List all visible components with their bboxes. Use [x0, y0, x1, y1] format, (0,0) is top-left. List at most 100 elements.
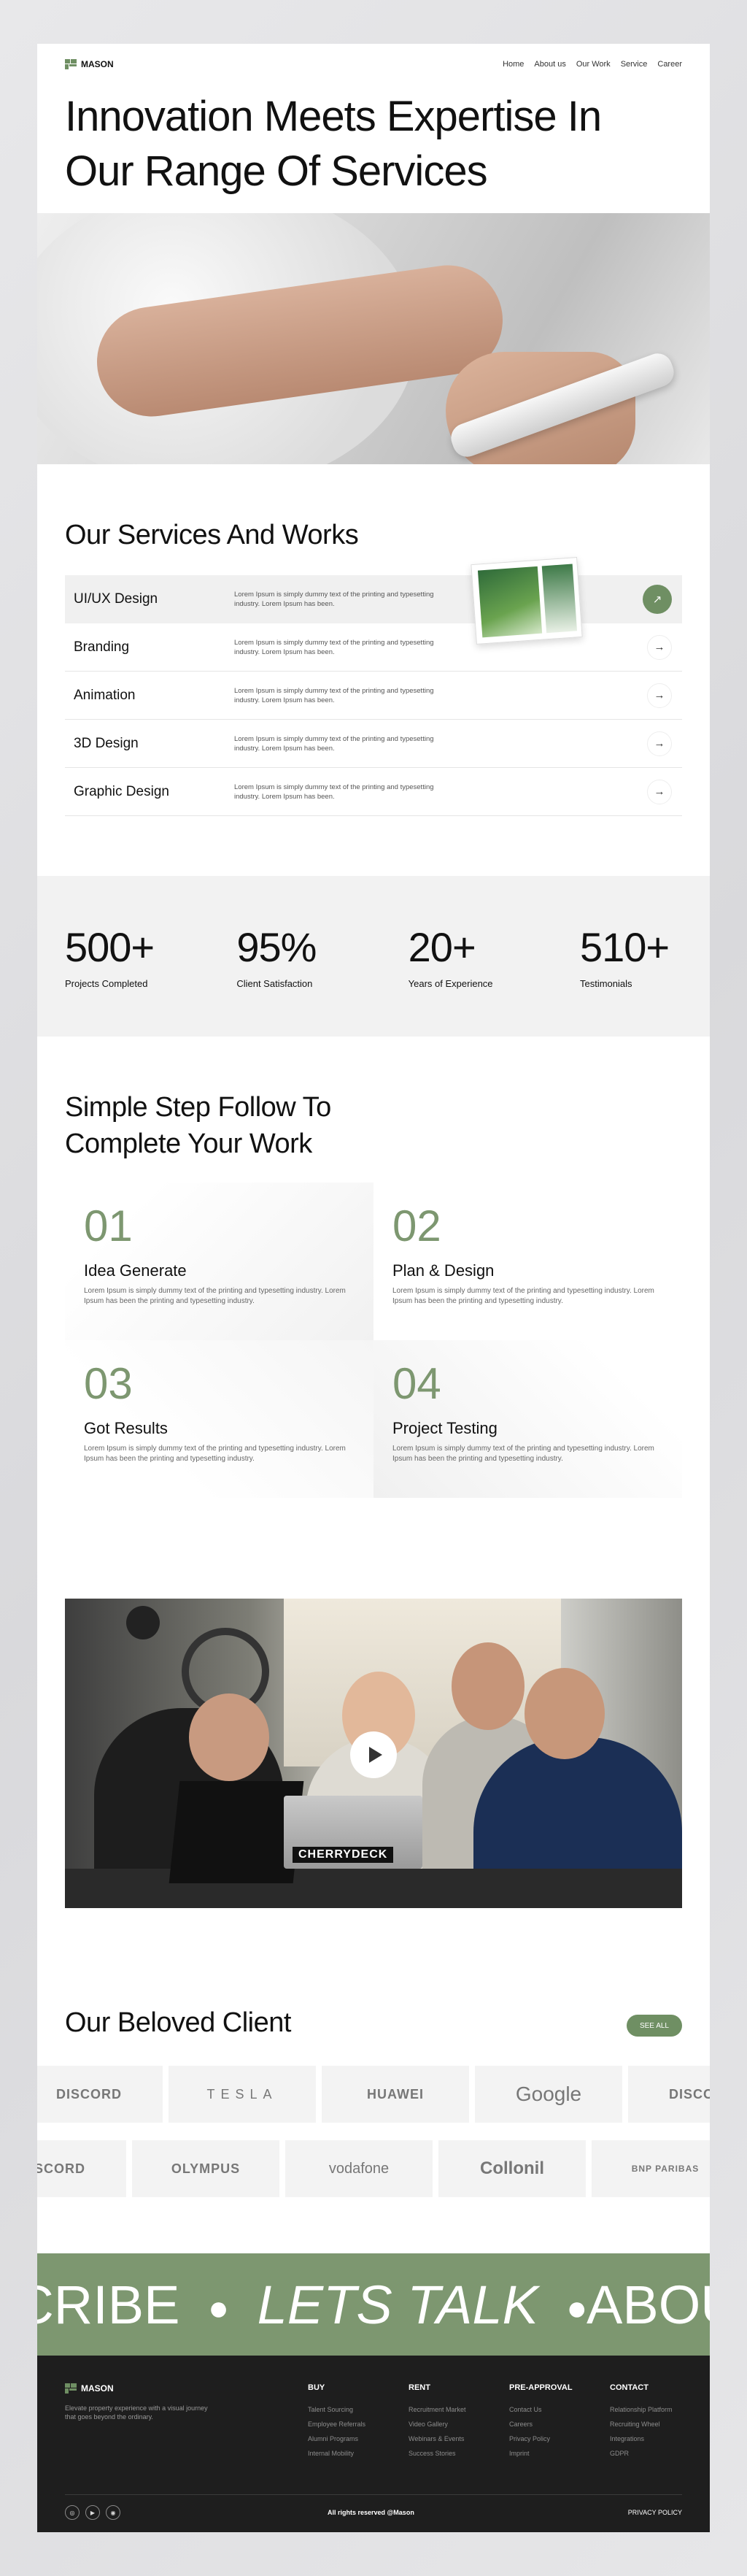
client-logo-discord[interactable]: DISCORD: [37, 2066, 163, 2123]
bullet-icon: ●: [208, 2289, 230, 2329]
client-logo-discord[interactable]: DISCORD: [628, 2066, 710, 2123]
marquee-cta[interactable]: LETS TALK: [258, 2275, 538, 2335]
social-links: ◎ ▶ ◉: [65, 2505, 120, 2520]
footer-col-title: CONTACT: [610, 2383, 649, 2392]
footer-link[interactable]: Internal Mobility: [308, 2446, 365, 2461]
footer-link[interactable]: Relationship Platform: [610, 2402, 673, 2417]
service-name: 3D Design: [74, 735, 139, 751]
arrow-up-right-icon[interactable]: ↗: [643, 585, 672, 614]
brand-logo[interactable]: MASON: [65, 59, 114, 69]
marquee-part: SCRIBE: [37, 2274, 180, 2335]
play-icon[interactable]: [350, 1731, 397, 1778]
step-card: 04 Project Testing Lorem Ipsum is simply…: [374, 1340, 682, 1498]
footer-link[interactable]: Video Gallery: [409, 2417, 466, 2431]
footer-logo[interactable]: MASON: [65, 2383, 211, 2394]
stat-label: Years of Experience: [408, 978, 493, 989]
footer-tagline: Elevate property experience with a visua…: [65, 2404, 208, 2421]
stat-value: 500+: [65, 924, 155, 970]
client-logos-row-1: DISCORD TESLA HUAWEI Google DISCORD: [37, 2066, 710, 2123]
service-row-graphic-design[interactable]: Graphic Design Lorem Ipsum is simply dum…: [65, 768, 682, 816]
nav-home[interactable]: Home: [503, 60, 524, 69]
footer-col-title: RENT: [409, 2383, 430, 2392]
service-name: Animation: [74, 687, 136, 703]
service-desc: Lorem Ipsum is simply dummy text of the …: [234, 591, 434, 608]
footer-link[interactable]: Imprint: [509, 2446, 573, 2461]
step-desc: Lorem Ipsum is simply dummy text of the …: [84, 1287, 346, 1305]
stat-experience: 20+ Years of Experience: [409, 923, 580, 989]
nav-service[interactable]: Service: [621, 60, 648, 69]
client-logo-bnp-paribas[interactable]: BNP PARIBAS: [592, 2140, 710, 2197]
footer-link[interactable]: Careers: [509, 2417, 573, 2431]
footer-link[interactable]: Recruiting Wheel: [610, 2417, 673, 2431]
step-number: 01: [84, 1202, 133, 1250]
footer-link[interactable]: Employee Referrals: [308, 2417, 365, 2431]
step-number: 02: [392, 1202, 441, 1250]
footer-divider: [65, 2494, 682, 2495]
client-logo-collonil[interactable]: Collonil: [438, 2140, 586, 2197]
logo-icon: [65, 2383, 77, 2394]
service-row-animation[interactable]: Animation Lorem Ipsum is simply dummy te…: [65, 672, 682, 720]
step-card: 03 Got Results Lorem Ipsum is simply dum…: [65, 1340, 374, 1498]
step-title: Got Results: [84, 1419, 168, 1437]
client-logo-huawei[interactable]: HUAWEI: [322, 2066, 469, 2123]
service-row-3d-design[interactable]: 3D Design Lorem Ipsum is simply dummy te…: [65, 720, 682, 768]
footer-col-title: PRE-APPROVAL: [509, 2383, 573, 2392]
youtube-icon[interactable]: ▶: [85, 2505, 100, 2520]
step-card: 01 Idea Generate Lorem Ipsum is simply d…: [65, 1183, 374, 1340]
service-desc: Lorem Ipsum is simply dummy text of the …: [234, 638, 434, 656]
steps-grid: 01 Idea Generate Lorem Ipsum is simply d…: [65, 1183, 682, 1498]
client-logo-vodafone[interactable]: vodafone: [285, 2140, 433, 2197]
laptop-sticker: CHERRYDECK: [293, 1847, 394, 1863]
privacy-policy-link[interactable]: PRIVACY POLICY: [628, 2509, 682, 2516]
services-list: UI/UX Design Lorem Ipsum is simply dummy…: [65, 557, 682, 816]
stats-band: 500+ Projects Completed 95% Client Satis…: [37, 876, 710, 1037]
step-title: Plan & Design: [392, 1261, 495, 1280]
footer-col-pre-approval: PRE-APPROVAL Contact Us Careers Privacy …: [509, 2383, 573, 2461]
nav-about[interactable]: About us: [534, 60, 565, 69]
service-row-ui-ux[interactable]: UI/UX Design Lorem Ipsum is simply dummy…: [65, 557, 682, 645]
client-logo-discord[interactable]: DISCORD: [37, 2140, 126, 2197]
camera-icon[interactable]: ◉: [106, 2505, 120, 2520]
logo-icon: [65, 59, 77, 69]
step-desc: Lorem Ipsum is simply dummy text of the …: [392, 1287, 654, 1305]
arrow-right-icon[interactable]: →: [647, 634, 672, 660]
nav-our-work[interactable]: Our Work: [576, 60, 611, 69]
see-all-button[interactable]: SEE ALL: [626, 2015, 682, 2037]
arrow-right-icon[interactable]: →: [647, 779, 672, 804]
footer-link[interactable]: Talent Sourcing: [308, 2402, 365, 2417]
footer-link[interactable]: Alumni Programs: [308, 2431, 365, 2446]
footer-link[interactable]: Contact Us: [509, 2402, 573, 2417]
service-row-branding[interactable]: Branding Lorem Ipsum is simply dummy tex…: [65, 623, 682, 672]
nav-career[interactable]: Career: [657, 60, 682, 69]
footer-link[interactable]: GDPR: [610, 2446, 673, 2461]
service-desc: Lorem Ipsum is simply dummy text of the …: [234, 734, 434, 753]
team-video[interactable]: CHERRYDECK: [65, 1599, 682, 1908]
footer-link[interactable]: Success Stories: [409, 2446, 466, 2461]
hero-title: Innovation Meets Expertise In Our Range …: [65, 93, 602, 195]
footer-col-title: BUY: [308, 2383, 325, 2392]
marquee-banner: SCRIBE ● LETS TALK ● ABOU: [37, 2253, 710, 2356]
footer-link[interactable]: Integrations: [610, 2431, 673, 2446]
footer-link[interactable]: Webinars & Events: [409, 2431, 466, 2446]
stat-label: Testimonials: [579, 978, 632, 989]
arrow-right-icon[interactable]: →: [647, 731, 672, 756]
footer-link[interactable]: Recruitment Market: [409, 2402, 466, 2417]
client-logo-tesla[interactable]: TESLA: [169, 2066, 316, 2123]
step-desc: Lorem Ipsum is simply dummy text of the …: [392, 1445, 654, 1463]
step-card: 02 Plan & Design Lorem Ipsum is simply d…: [374, 1183, 682, 1340]
footer-link[interactable]: Privacy Policy: [509, 2431, 573, 2446]
steps-title: Simple Step Follow To Complete Your Work: [65, 1092, 331, 1159]
client-logos-row-2: DISCORD OLYMPUS vodafone Collonil BNP PA…: [37, 2140, 710, 2197]
footer-col-contact: CONTACT Relationship Platform Recruiting…: [610, 2383, 673, 2461]
instagram-icon[interactable]: ◎: [65, 2505, 80, 2520]
stat-satisfaction: 95% Client Satisfaction: [236, 923, 408, 989]
step-title: Idea Generate: [84, 1261, 187, 1280]
step-number: 03: [84, 1359, 133, 1408]
client-logo-google[interactable]: Google: [475, 2066, 622, 2123]
client-logo-olympus[interactable]: OLYMPUS: [132, 2140, 279, 2197]
top-nav: MASON Home About us Our Work Service Car…: [65, 54, 682, 74]
footer-col-rent: RENT Recruitment Market Video Gallery We…: [409, 2383, 466, 2461]
copyright: All rights reserved @Mason: [328, 2509, 414, 2516]
arrow-right-icon[interactable]: →: [647, 683, 672, 708]
stat-projects: 500+ Projects Completed: [65, 923, 236, 989]
